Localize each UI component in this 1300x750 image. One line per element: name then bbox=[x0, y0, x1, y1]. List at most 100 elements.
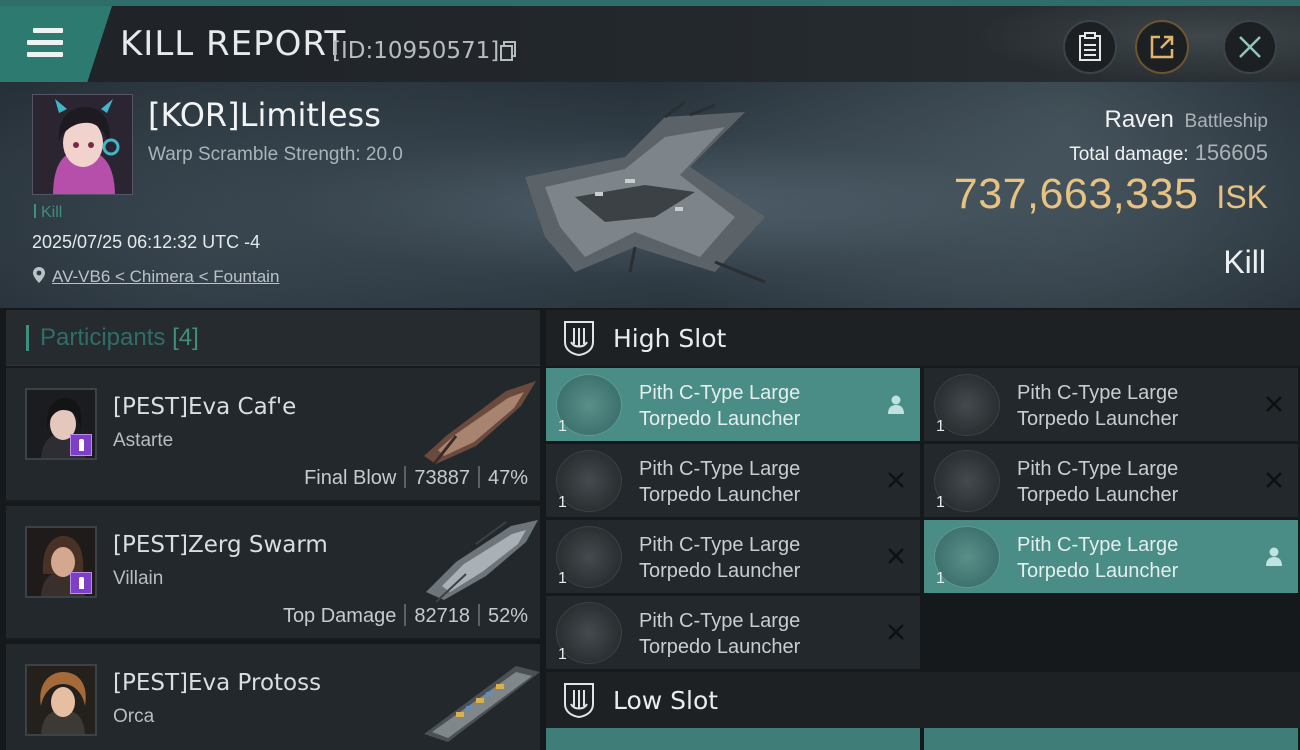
high-slot-header: High Slot bbox=[546, 310, 1300, 366]
clipboard-icon bbox=[1079, 32, 1101, 61]
module-name: Pith C-Type Large Torpedo Launcher bbox=[639, 380, 869, 432]
participant-avatar bbox=[25, 664, 97, 736]
module-name: Pith C-Type Large Torpedo Launcher bbox=[639, 608, 869, 660]
orca-ship-image bbox=[424, 666, 540, 742]
location-link[interactable]: AV-VB6 < Chimera < Fountain bbox=[52, 267, 279, 286]
villain-ship-image bbox=[426, 520, 538, 603]
module-name: Pith C-Type Large Torpedo Launcher bbox=[1017, 532, 1247, 584]
participant-ship: Villain bbox=[113, 568, 164, 589]
victim-ship: Raven Battleship bbox=[1105, 106, 1269, 134]
participant-ship: Orca bbox=[113, 706, 155, 727]
kill-location[interactable]: AV-VB6 < Chimera < Fountain bbox=[32, 266, 279, 287]
module-name-line1: Pith C-Type Large bbox=[639, 458, 801, 480]
clipboard-button[interactable] bbox=[1063, 20, 1117, 74]
participant-percent: 52% bbox=[487, 605, 528, 627]
participant-role: Final Blow bbox=[304, 467, 397, 489]
module-name-line2: Torpedo Launcher bbox=[639, 560, 801, 582]
report-id: [ID:10950571] bbox=[332, 38, 500, 64]
destroyed-x-icon bbox=[888, 548, 904, 564]
module-item[interactable]: 1 Pith C-Type Large Torpedo Launcher bbox=[924, 520, 1298, 593]
participants-panel: Participants [4] [PEST]Eva Caf'e Astarte… bbox=[6, 310, 540, 750]
copy-icon[interactable] bbox=[500, 41, 517, 61]
module-name-line2: Torpedo Launcher bbox=[639, 636, 801, 658]
kill-summary: [KOR]Limitless Warp Scramble Strength: 2… bbox=[0, 82, 1300, 308]
destroyed-x-icon bbox=[1266, 396, 1282, 412]
module-name-line1: Pith C-Type Large bbox=[639, 610, 801, 632]
module-quantity: 1 bbox=[558, 418, 567, 435]
destroyed-x-icon bbox=[1266, 472, 1282, 488]
portrait-icon bbox=[27, 666, 95, 734]
module-item[interactable]: 1 Pith C-Type Large Torpedo Launcher bbox=[924, 368, 1298, 441]
participant-percent: 47% bbox=[487, 467, 528, 489]
participant-name: [PEST]Eva Caf'e bbox=[113, 394, 297, 420]
share-button[interactable] bbox=[1135, 20, 1189, 74]
module-quantity: 1 bbox=[936, 418, 945, 435]
hamburger-icon bbox=[27, 28, 63, 58]
module-item[interactable]: 1 Pith C-Type Large Torpedo Launcher bbox=[546, 596, 920, 669]
participants-count: [4] bbox=[172, 324, 199, 351]
participants-header: Participants [4] bbox=[6, 310, 540, 366]
astarte-ship-image bbox=[424, 381, 536, 465]
total-damage-value: 156605 bbox=[1194, 140, 1268, 165]
module-item[interactable]: 1 Pith C-Type Large Torpedo Launcher bbox=[546, 444, 920, 517]
close-button[interactable] bbox=[1223, 20, 1277, 74]
module-name-line2: Torpedo Launcher bbox=[1017, 484, 1179, 506]
module-name-line1: Pith C-Type Large bbox=[1017, 534, 1179, 556]
participant-damage: 82718 bbox=[414, 605, 470, 627]
module-name: Pith C-Type Large Torpedo Launcher bbox=[1017, 456, 1247, 508]
ship-class: Battleship bbox=[1184, 111, 1268, 132]
participants-label: Participants bbox=[40, 324, 166, 351]
module-quantity: 1 bbox=[558, 494, 567, 511]
module-quantity: 1 bbox=[936, 570, 945, 587]
total-damage-label: Total damage: bbox=[1069, 144, 1189, 165]
module-item[interactable]: 1 Pith C-Type Large Torpedo Launcher bbox=[546, 520, 920, 593]
close-icon bbox=[1239, 36, 1261, 58]
low-slot-module-peek[interactable] bbox=[924, 728, 1298, 750]
module-name-line2: Torpedo Launcher bbox=[1017, 408, 1179, 430]
total-damage: Total damage: 156605 bbox=[1069, 140, 1268, 166]
module-item[interactable]: 1 Pith C-Type Large Torpedo Launcher bbox=[924, 444, 1298, 517]
menu-button[interactable] bbox=[0, 6, 112, 82]
module-quantity: 1 bbox=[936, 494, 945, 511]
module-name: Pith C-Type Large Torpedo Launcher bbox=[639, 532, 869, 584]
kill-tag-label: Kill bbox=[41, 204, 63, 221]
low-slot-label: Low Slot bbox=[613, 686, 719, 715]
module-name-line2: Torpedo Launcher bbox=[1017, 560, 1179, 582]
low-slot-module-peek[interactable] bbox=[546, 728, 920, 750]
participant-row[interactable]: [PEST]Eva Protoss Orca bbox=[6, 644, 540, 750]
warp-scramble-strength: Warp Scramble Strength: 20.0 bbox=[148, 144, 403, 165]
module-name-line1: Pith C-Type Large bbox=[1017, 458, 1179, 480]
page-title: KILL REPORT bbox=[120, 24, 347, 64]
module-item[interactable]: 1 Pith C-Type Large Torpedo Launcher bbox=[546, 368, 920, 441]
participant-stats: Final Blow 73887 47% bbox=[304, 466, 528, 490]
isk-amount: 737,663,335 bbox=[953, 170, 1199, 218]
victim-portrait-icon bbox=[33, 95, 132, 194]
module-name: Pith C-Type Large Torpedo Launcher bbox=[639, 456, 869, 508]
dropped-person-icon bbox=[1266, 547, 1282, 566]
module-name-line1: Pith C-Type Large bbox=[1017, 382, 1179, 404]
module-name-line2: Torpedo Launcher bbox=[639, 408, 801, 430]
kill-result: Kill bbox=[1223, 244, 1266, 280]
kill-tag: Kill bbox=[34, 204, 62, 222]
isk-value: 737,663,335 ISK bbox=[954, 170, 1268, 219]
module-name: Pith C-Type Large Torpedo Launcher bbox=[1017, 380, 1247, 432]
participant-role: Top Damage bbox=[282, 605, 397, 627]
kill-timestamp: 2025/07/25 06:12:32 UTC -4 bbox=[32, 232, 261, 252]
victim-ship-image bbox=[525, 100, 766, 284]
victim-avatar[interactable] bbox=[32, 94, 133, 195]
participant-row[interactable]: [PEST]Eva Caf'e Astarte Final Blow 73887 4… bbox=[6, 368, 540, 502]
dropped-person-icon bbox=[888, 395, 904, 414]
destroyed-x-icon bbox=[888, 472, 904, 488]
corp-badge-icon bbox=[70, 434, 92, 456]
share-icon bbox=[1150, 35, 1174, 59]
destroyed-x-icon bbox=[888, 624, 904, 640]
participant-row[interactable]: [PEST]Zerg Swarm Villain Top Damage 82718… bbox=[6, 506, 540, 640]
corp-badge-icon bbox=[70, 572, 92, 594]
fitting-panel: High Slot 1 Pith C-Type Large Torpedo Lau… bbox=[546, 310, 1300, 750]
ship-name: Raven bbox=[1104, 106, 1174, 133]
participant-damage: 73887 bbox=[414, 467, 470, 489]
victim-name[interactable]: [KOR]Limitless bbox=[148, 96, 381, 134]
module-name-line1: Pith C-Type Large bbox=[639, 382, 801, 404]
participant-stats: Top Damage 82718 52% bbox=[283, 604, 528, 628]
high-slot-label: High Slot bbox=[613, 324, 727, 353]
